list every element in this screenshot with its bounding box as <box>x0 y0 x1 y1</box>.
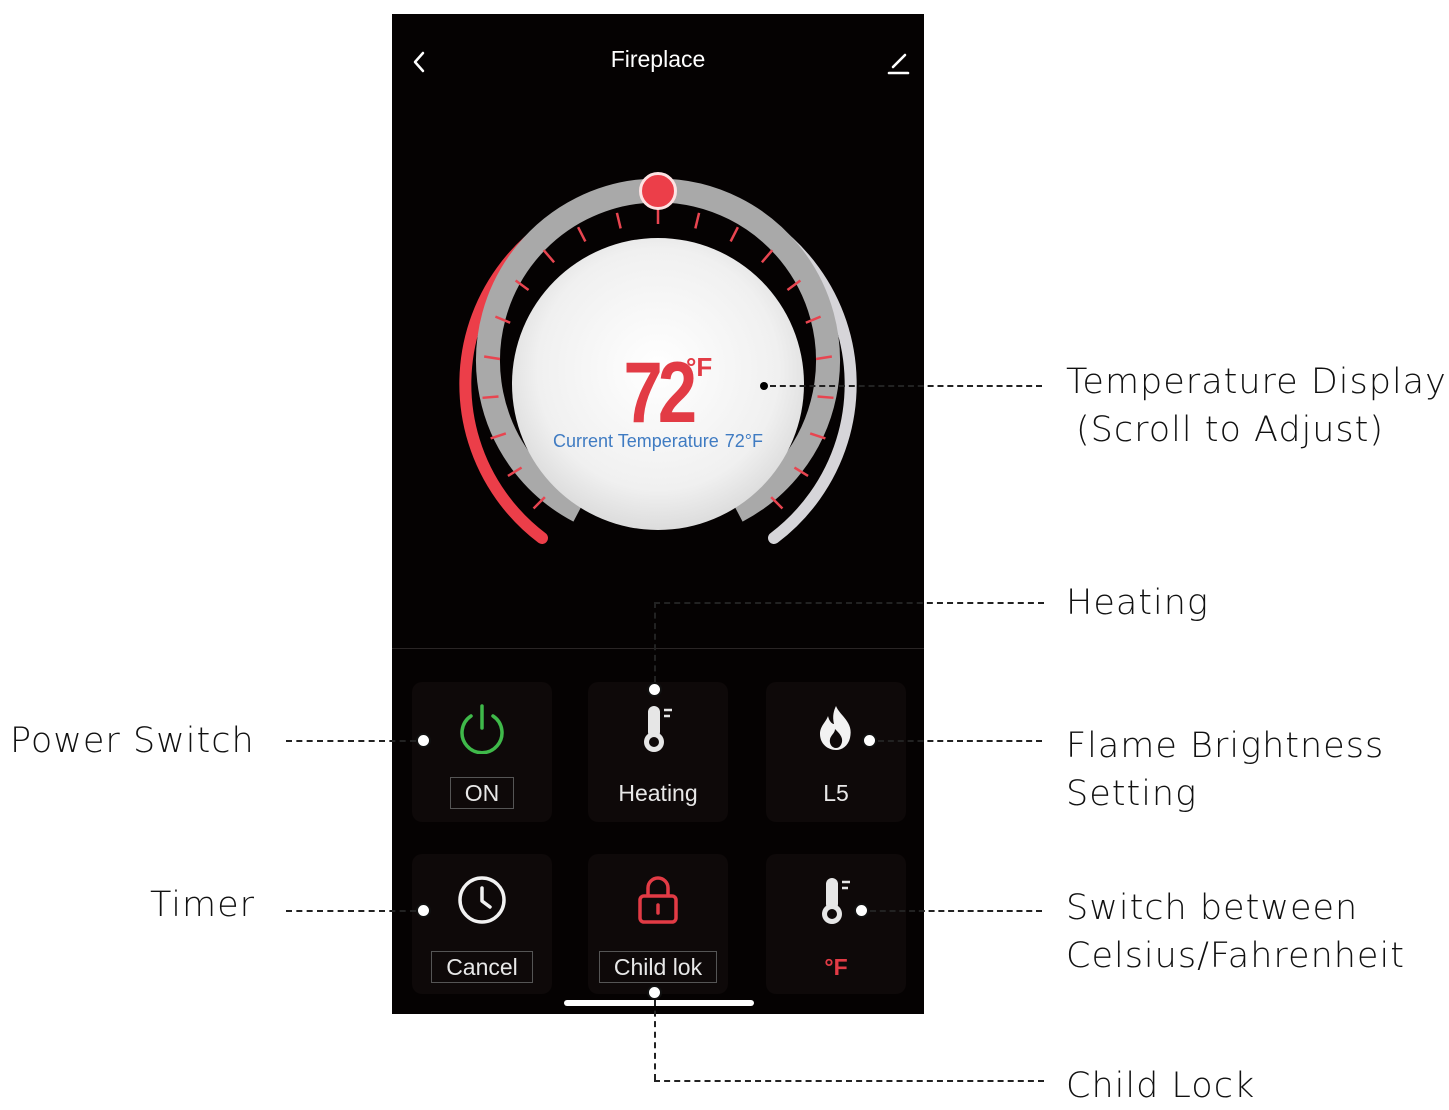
leader-unit <box>870 910 1042 912</box>
current-temperature: Current Temperature 72°F <box>392 431 924 452</box>
dial-tick <box>576 226 587 243</box>
home-indicator[interactable] <box>564 1000 754 1006</box>
callout-heating: Heating <box>1066 583 1209 623</box>
heating-mode-button[interactable]: Heating <box>588 682 728 822</box>
callout-timer: Timer <box>150 885 256 925</box>
dial-tick <box>770 496 784 510</box>
flame-label: L5 <box>823 780 849 806</box>
power-button[interactable]: ON <box>412 682 552 822</box>
timer-label: Cancel <box>412 951 552 983</box>
flame-button[interactable]: L5 <box>766 682 906 822</box>
callout-ring-child-lock <box>647 985 662 1000</box>
unit-switch-button[interactable]: °F <box>766 854 906 994</box>
pencil-icon <box>887 53 910 75</box>
page-title: Fireplace <box>610 46 706 72</box>
dial-tick <box>729 226 740 243</box>
top-bar: Fireplace <box>392 14 924 110</box>
edit-button[interactable] <box>884 48 912 76</box>
leader-temperature <box>770 385 1042 387</box>
phone-screen: Fireplace 72 °F Current Temperature 72°F… <box>392 14 924 1014</box>
dial-tick <box>615 212 622 229</box>
leader-heating <box>654 602 1044 604</box>
callout-ring-unit <box>854 903 869 918</box>
leader-child-lock-vertical <box>654 1000 656 1080</box>
callout-temperature-display: Temperature Display (Scroll to Adjust) <box>1066 362 1447 450</box>
child-lock-button[interactable]: Child lok <box>588 854 728 994</box>
callout-ring-flame <box>862 733 877 748</box>
callout-power-switch: Power Switch <box>10 721 255 761</box>
callout-child-lock: Child Lock <box>1066 1066 1256 1106</box>
timer-button[interactable]: Cancel <box>412 854 552 994</box>
callout-unit-switch: Switch between Celsius/Fahrenheit <box>1066 888 1405 976</box>
dial-tick <box>760 249 774 264</box>
thermometer-icon <box>822 878 850 924</box>
leader-timer <box>286 910 416 912</box>
callout-dot-temperature <box>760 382 768 390</box>
thermometer-icon <box>644 706 672 752</box>
callout-ring-power <box>416 733 431 748</box>
set-temperature-value: 72 <box>623 345 698 441</box>
flame-icon <box>820 706 851 750</box>
leader-heating-vertical <box>654 602 656 682</box>
temperature-knob[interactable] <box>639 172 677 210</box>
power-icon <box>460 704 504 754</box>
power-label: ON <box>412 777 552 809</box>
dial-tick <box>694 212 701 229</box>
dial-tick <box>532 496 546 510</box>
callout-ring-timer <box>416 903 431 918</box>
current-temperature-value: 72°F <box>724 431 763 451</box>
temperature-unit: °F <box>686 352 713 382</box>
temperature-readout: 72 <box>392 344 924 443</box>
clock-icon <box>458 876 506 924</box>
leader-power <box>286 740 416 742</box>
leader-child-lock <box>654 1080 1044 1082</box>
callout-ring-heating <box>647 682 662 697</box>
child-lock-label: Child lok <box>588 951 728 983</box>
unit-label: °F <box>824 954 848 980</box>
lock-icon <box>638 876 678 924</box>
divider <box>392 648 924 649</box>
callout-flame-brightness: Flame Brightness Setting <box>1066 726 1385 814</box>
leader-flame <box>878 740 1042 742</box>
heating-label: Heating <box>618 780 698 806</box>
current-temperature-label: Current Temperature <box>553 431 719 451</box>
dial-tick <box>542 249 556 264</box>
